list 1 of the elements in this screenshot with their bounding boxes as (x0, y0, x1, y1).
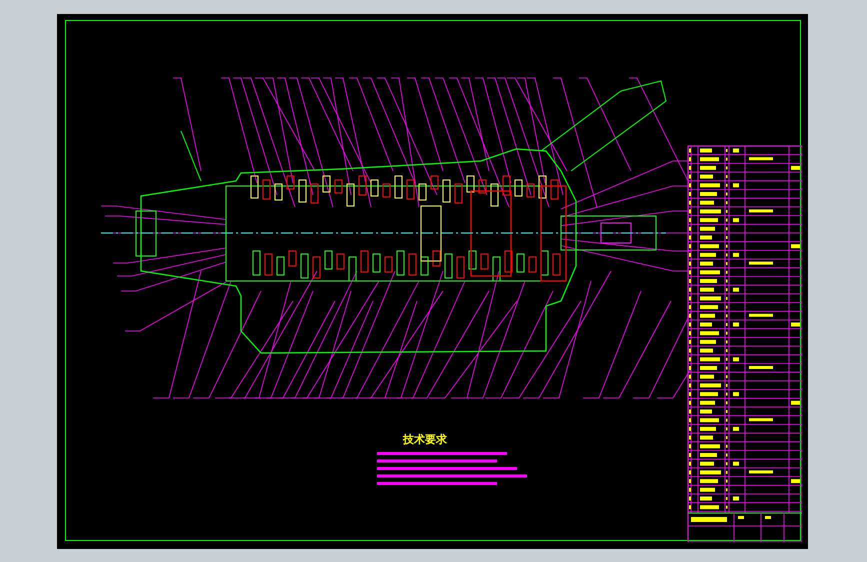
notes-title: 技术要求 (403, 434, 447, 445)
